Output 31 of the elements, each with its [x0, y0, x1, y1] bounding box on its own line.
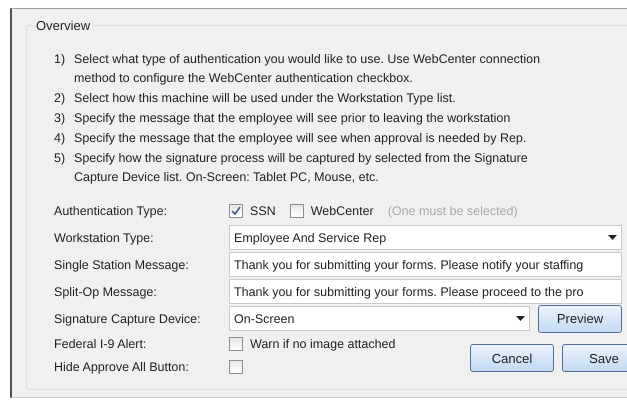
- instruction-text: Capture Device list. On-Screen: Tablet PC, Mouse, etc.: [74, 169, 380, 185]
- instruction-text: Select what type of authentication you would like to use. Use WebCenter connection: [74, 51, 540, 67]
- instruction-text: Specify the message that the employee will see when approval is needed by Rep.: [74, 130, 526, 146]
- instruction-text: Specify the message that the employee will see prior to leaving the workstation: [74, 110, 510, 126]
- field-label: Hide Approve All Button:: [54, 360, 190, 374]
- cancel-button[interactable]: Cancel: [470, 344, 554, 372]
- checkbox-label: WebCenter: [310, 204, 374, 218]
- workstation-type-dropdown[interactable]: Employee And Service Rep: [229, 225, 622, 250]
- step-number: 5): [54, 150, 66, 167]
- input-field[interactable]: Thank you for submitting your forms. Please proceed to the pro: [229, 279, 622, 304]
- input-field[interactable]: Thank you for submitting your forms. Please notify your staffing: [229, 252, 622, 277]
- save-button[interactable]: Save: [562, 344, 627, 372]
- preview-button[interactable]: Preview: [538, 304, 622, 332]
- instruction-text: Select how this machine will be used under the Workstation Type list.: [74, 90, 456, 106]
- group-title: Overview: [33, 18, 94, 33]
- step-number: 1): [54, 51, 66, 68]
- instruction-text: Specify how the signature process will be captured by selected from the Signature: [74, 150, 528, 166]
- field-label: Split-Op Message:: [54, 284, 158, 298]
- field-label: Federal I-9 Alert:: [54, 337, 148, 351]
- checkbox-label: Warn if no image attached: [250, 337, 396, 351]
- checkbox-label: SSN: [250, 204, 276, 218]
- field-label: Workstation Type:: [54, 230, 155, 244]
- step-number: 4): [54, 130, 66, 146]
- field-label: Authentication Type:: [54, 204, 168, 218]
- field-label: Single Station Message:: [54, 258, 190, 272]
- signature-device-dropdown[interactable]: On-Screen: [229, 306, 530, 331]
- step-number: 3): [54, 110, 66, 126]
- step-number: 2): [54, 90, 66, 106]
- hint-text: (One must be selected): [388, 204, 518, 218]
- instruction-text: method to configure the WebCenter authentication checkbox.: [74, 70, 414, 86]
- field-label: Signature Capture Device:: [54, 312, 202, 326]
